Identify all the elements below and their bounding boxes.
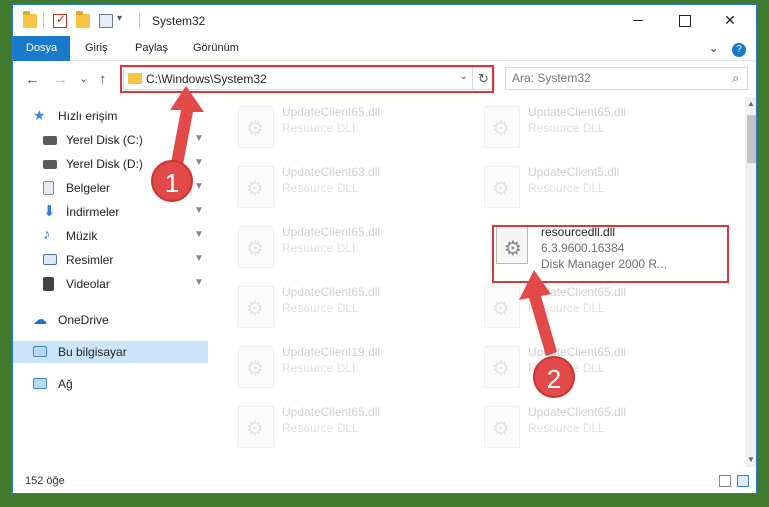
step-2-badge: 2 [533,356,575,398]
step-1-badge: 1 [151,160,193,202]
annotation-arrows [170,86,557,356]
arrow-2-icon [519,270,557,356]
arrow-1-icon [170,86,204,170]
